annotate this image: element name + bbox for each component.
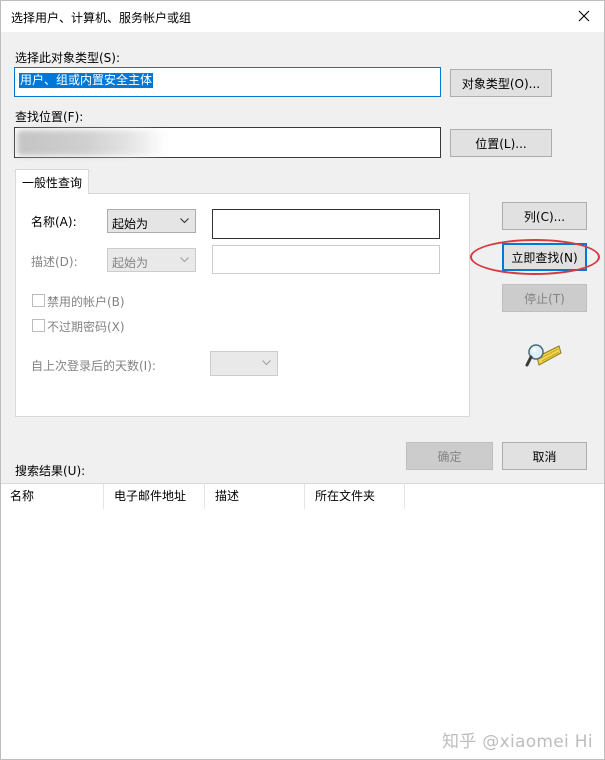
columns-button[interactable]: 列(C)...: [502, 202, 587, 230]
ok-button[interactable]: 确定: [406, 442, 493, 470]
disabled-accounts-label: 禁用的帐户(B): [47, 295, 125, 309]
column-header-description[interactable]: 描述: [205, 484, 305, 509]
chevron-down-icon: [262, 360, 271, 366]
column-header-name[interactable]: 名称: [0, 484, 104, 509]
days-since-logon-select[interactable]: [210, 351, 278, 376]
close-icon: [578, 10, 590, 22]
name-input[interactable]: [212, 209, 440, 239]
description-label: 描述(D):: [31, 255, 78, 269]
description-mode-value: 起始为: [112, 256, 149, 270]
object-type-field[interactable]: 用户、组或内置安全主体: [14, 67, 441, 97]
description-mode-select[interactable]: 起始为: [107, 248, 196, 272]
name-mode-value: 起始为: [112, 217, 149, 231]
watermark-text: 知乎 @xiaomei Hi: [442, 732, 593, 752]
non-expiring-password-checkbox[interactable]: [32, 319, 45, 332]
object-type-value: 用户、组或内置安全主体: [19, 73, 154, 88]
object-types-button[interactable]: 对象类型(O)...: [450, 69, 552, 97]
stop-button[interactable]: 停止(T): [502, 284, 587, 312]
window-title: 选择用户、计算机、服务帐户或组: [11, 11, 192, 25]
column-header-email[interactable]: 电子邮件地址: [104, 484, 205, 509]
locations-button[interactable]: 位置(L)...: [450, 129, 552, 157]
search-results-label: 搜索结果(U):: [15, 464, 86, 478]
disabled-accounts-checkbox[interactable]: [32, 294, 45, 307]
close-button[interactable]: [567, 3, 601, 29]
find-now-button[interactable]: 立即查找(N): [502, 243, 587, 271]
object-type-label: 选择此对象类型(S):: [15, 51, 121, 65]
tab-connector: [16, 193, 88, 195]
column-header-folder[interactable]: 所在文件夹: [305, 484, 405, 509]
chevron-down-icon: [180, 218, 189, 224]
name-label: 名称(A):: [31, 215, 77, 229]
chevron-down-icon: [180, 257, 189, 263]
location-field[interactable]: [14, 127, 441, 158]
days-since-logon-label: 自上次登录后的天数(I):: [31, 359, 156, 373]
location-label: 查找位置(F):: [15, 110, 84, 124]
search-flashlight-icon: [525, 344, 562, 367]
cancel-button[interactable]: 取消: [502, 442, 587, 470]
redacted-location: [17, 130, 167, 156]
description-input[interactable]: [212, 245, 440, 274]
name-mode-select[interactable]: 起始为: [107, 209, 196, 233]
search-results-list[interactable]: 名称 电子邮件地址 描述 所在文件夹: [0, 483, 605, 760]
tab-common-query[interactable]: 一般性查询: [15, 169, 89, 194]
non-expiring-password-label: 不过期密码(X): [47, 320, 125, 334]
